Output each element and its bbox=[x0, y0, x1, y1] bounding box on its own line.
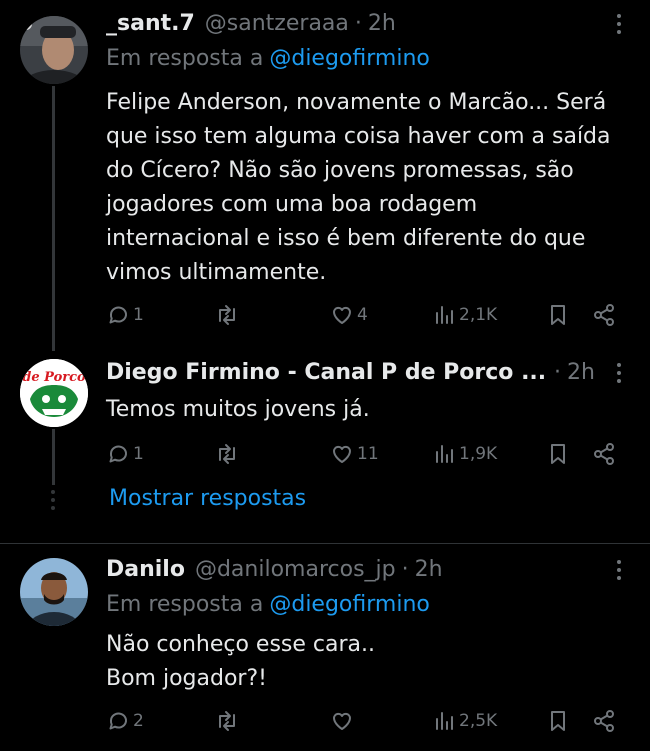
views-button[interactable]: 2,1K bbox=[434, 300, 497, 330]
author-name[interactable]: _sant.7 bbox=[106, 11, 195, 36]
views-count: 2,1K bbox=[459, 305, 498, 325]
show-replies-link[interactable]: Mostrar respostas bbox=[109, 486, 306, 511]
tweet-time-group: · 2h bbox=[548, 355, 595, 389]
reply-icon bbox=[109, 445, 127, 463]
reply-button[interactable]: 1 bbox=[106, 439, 144, 469]
like-button[interactable]: 11 bbox=[330, 439, 379, 469]
reply-mention-link[interactable]: @diegofirmino bbox=[269, 46, 430, 71]
heart-icon bbox=[333, 445, 351, 463]
tweet-actions: 1 11 1,9K bbox=[106, 439, 626, 469]
bookmark-button[interactable] bbox=[547, 706, 569, 736]
heart-icon bbox=[333, 712, 351, 730]
share-icon bbox=[594, 304, 614, 326]
author-name[interactable]: Danilo bbox=[106, 557, 185, 582]
avatar-danilo[interactable] bbox=[20, 558, 88, 626]
reply-icon bbox=[109, 712, 127, 730]
tweet-1[interactable]: _sant.7 @santzeraaa · 2h Em resposta a @d… bbox=[0, 0, 650, 351]
tweet-header: Danilo @danilomarcos_jp · 2h bbox=[106, 552, 610, 586]
thread-line bbox=[52, 86, 55, 351]
author-name[interactable]: Diego Firmino - Canal P de Porco ... bbox=[106, 360, 546, 385]
share-icon bbox=[594, 443, 614, 465]
bookmark-icon bbox=[551, 444, 565, 464]
author-handle[interactable]: @santzeraaa bbox=[205, 11, 349, 36]
retweet-icon bbox=[219, 305, 235, 325]
retweet-button[interactable] bbox=[214, 300, 243, 330]
retweet-icon bbox=[219, 711, 235, 731]
views-button[interactable]: 2,5K bbox=[434, 706, 497, 736]
like-count: 11 bbox=[357, 444, 379, 464]
timestamp[interactable]: 2h bbox=[368, 11, 396, 36]
reply-count: 1 bbox=[133, 444, 144, 464]
tweet-2[interactable]: de Porco Diego Firmino - Canal P de Porc… bbox=[0, 345, 650, 535]
views-icon bbox=[436, 712, 453, 730]
reply-count: 1 bbox=[133, 305, 144, 325]
share-button[interactable] bbox=[592, 439, 616, 469]
reply-icon bbox=[109, 306, 127, 324]
separator: · bbox=[354, 10, 362, 36]
timestamp[interactable]: 2h bbox=[567, 360, 595, 385]
bookmark-button[interactable] bbox=[547, 300, 569, 330]
tweet-text: Não conheço esse cara.. Bom jogador?! bbox=[106, 628, 626, 696]
tweet-actions: 1 4 2,1K bbox=[106, 300, 626, 330]
thread-line bbox=[52, 429, 55, 485]
heart-icon bbox=[333, 306, 351, 324]
views-count: 2,5K bbox=[459, 711, 498, 731]
retweet-icon bbox=[219, 444, 235, 464]
like-button[interactable] bbox=[330, 706, 357, 736]
avatar-diego[interactable]: de Porco bbox=[20, 359, 88, 427]
views-icon bbox=[436, 306, 453, 324]
tweet-text: Temos muitos jovens já. bbox=[106, 397, 370, 422]
timestamp[interactable]: 2h bbox=[415, 557, 443, 582]
reply-context: Em resposta a @diegofirmino bbox=[106, 46, 430, 71]
tweet-header: Diego Firmino - Canal P de Porco ... bbox=[106, 355, 610, 389]
views-count: 1,9K bbox=[459, 444, 498, 464]
share-button[interactable] bbox=[592, 706, 616, 736]
reply-context: Em resposta a @diegofirmino bbox=[106, 592, 430, 617]
retweet-button[interactable] bbox=[214, 706, 243, 736]
reply-count: 2 bbox=[133, 711, 144, 731]
tweet-text-line: Não conheço esse cara.. bbox=[106, 632, 375, 657]
separator: · bbox=[401, 556, 409, 582]
avatar-logo-text: de Porco bbox=[22, 370, 86, 385]
more-options-icon[interactable] bbox=[616, 560, 622, 580]
views-icon bbox=[436, 445, 453, 463]
retweet-button[interactable] bbox=[214, 439, 243, 469]
share-icon bbox=[594, 710, 614, 732]
more-options-icon[interactable] bbox=[616, 363, 622, 383]
bookmark-button[interactable] bbox=[547, 439, 569, 469]
reply-button[interactable]: 2 bbox=[106, 706, 144, 736]
share-button[interactable] bbox=[592, 300, 616, 330]
tweet-header: _sant.7 @santzeraaa · 2h bbox=[106, 6, 610, 40]
reply-prefix: Em resposta a bbox=[106, 592, 264, 617]
views-button[interactable]: 1,9K bbox=[434, 439, 497, 469]
reply-mention-link[interactable]: @diegofirmino bbox=[269, 592, 430, 617]
tweet-text-line: Bom jogador?! bbox=[106, 666, 267, 691]
more-options-icon[interactable] bbox=[616, 14, 622, 34]
avatar-sant[interactable] bbox=[20, 16, 88, 84]
author-handle[interactable]: @danilomarcos_jp bbox=[195, 557, 396, 582]
separator: · bbox=[554, 359, 561, 385]
tweet-actions: 2 2,5K bbox=[106, 706, 626, 736]
tweet-3[interactable]: Danilo @danilomarcos_jp · 2h Em resposta… bbox=[0, 544, 650, 751]
reply-button[interactable]: 1 bbox=[106, 300, 144, 330]
tweet-text: Felipe Anderson, novamente o Marcão... S… bbox=[106, 90, 611, 285]
thread-continuation-dots bbox=[51, 490, 55, 510]
bookmark-icon bbox=[551, 305, 565, 325]
bookmark-icon bbox=[551, 711, 565, 731]
like-button[interactable]: 4 bbox=[330, 300, 368, 330]
reply-prefix: Em resposta a bbox=[106, 46, 264, 71]
like-count: 4 bbox=[357, 305, 368, 325]
